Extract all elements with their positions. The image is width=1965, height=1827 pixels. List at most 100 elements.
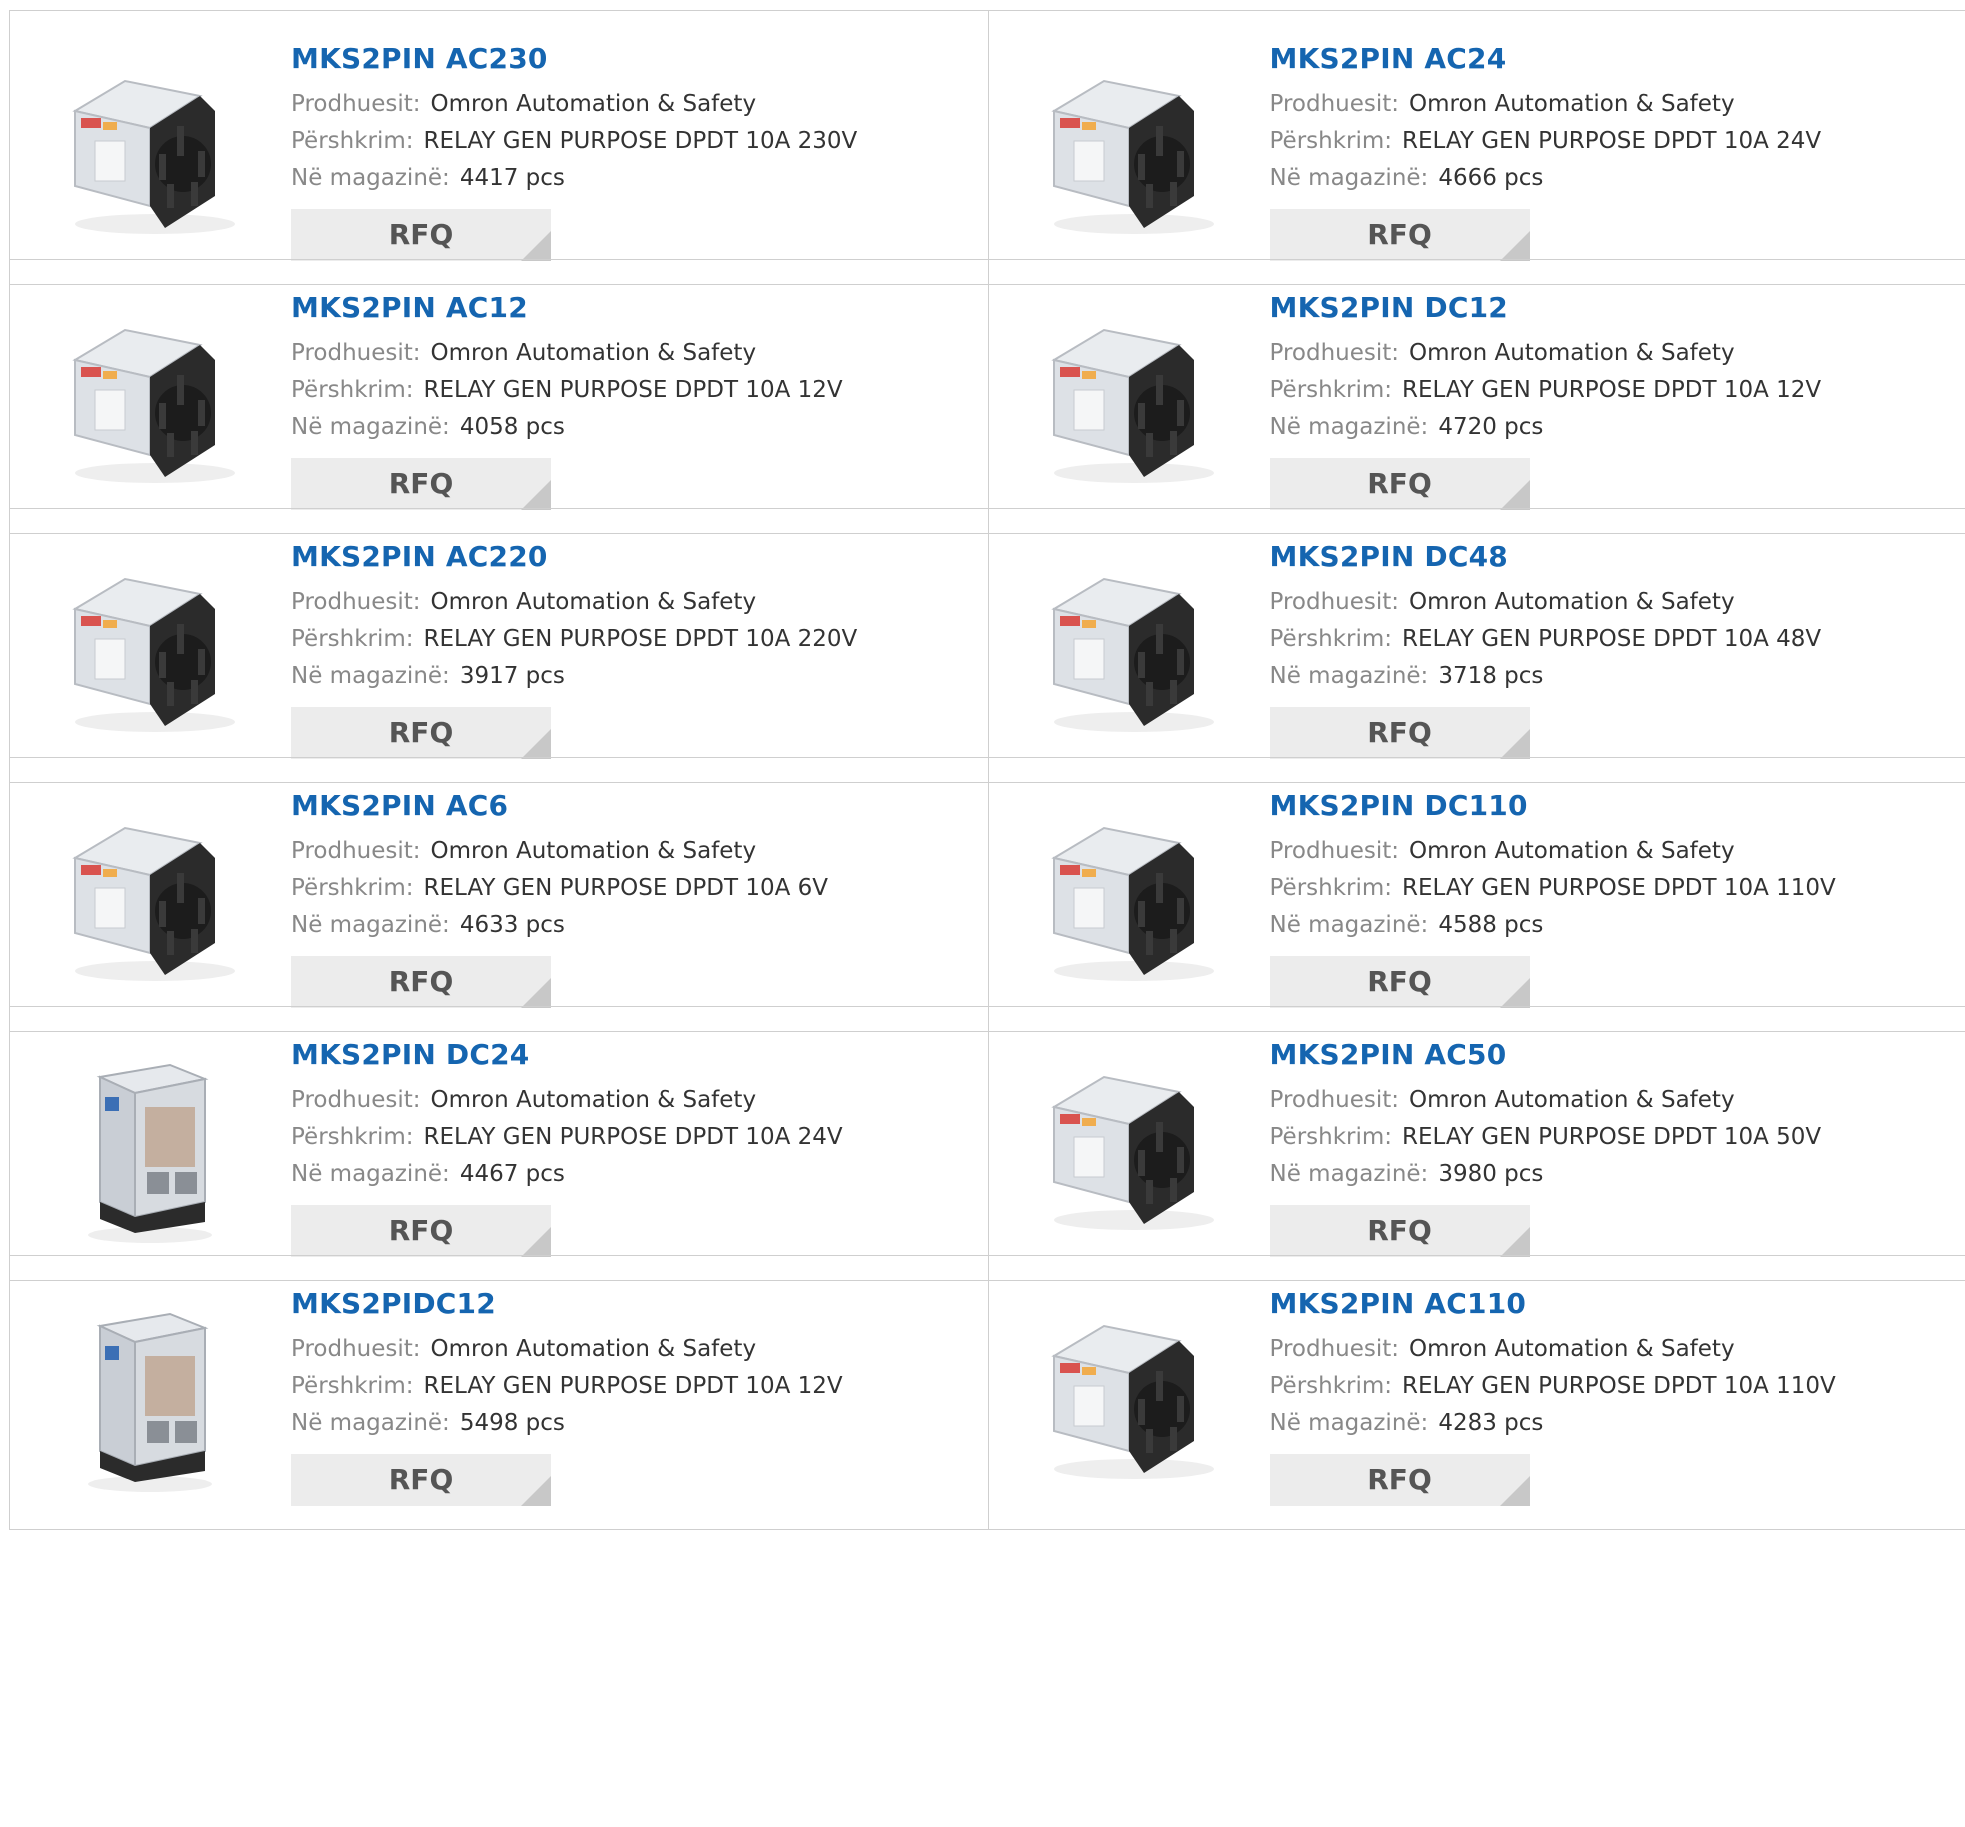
stock-label: Në magazinë:: [1269, 1410, 1429, 1436]
product-card: MKS2PIDC12 Prodhuesit: Omron Automation & …: [10, 1256, 988, 1529]
relay-icon[interactable]: [1029, 549, 1229, 749]
product-title-link[interactable]: MKS2PIN AC6: [291, 789, 828, 823]
relay-icon[interactable]: [1029, 300, 1229, 500]
stock-value: 3917 pcs: [459, 663, 565, 689]
rfq-corner-decoration: [521, 480, 551, 510]
relay-icon[interactable]: [50, 51, 250, 251]
stock-label: Në magazinë:: [1269, 165, 1429, 191]
manufacturer-value: Omron Automation & Safety: [430, 340, 757, 366]
rfq-button[interactable]: RFQ: [1269, 458, 1530, 510]
description-label: Përshkrim:: [291, 1373, 414, 1399]
relay-icon[interactable]: [50, 300, 250, 500]
stock-value: 4283 pcs: [1438, 1410, 1544, 1436]
rfq-button[interactable]: RFQ: [1269, 707, 1530, 759]
stock-value: 4588 pcs: [1438, 912, 1544, 938]
rfq-corner-decoration: [521, 1476, 551, 1506]
rfq-button-label: RFQ: [1367, 1463, 1432, 1496]
stock-label: Në magazinë:: [1269, 663, 1429, 689]
rfq-button[interactable]: RFQ: [291, 458, 551, 510]
product-title-link[interactable]: MKS2PIN AC12: [291, 291, 843, 325]
rfq-button[interactable]: RFQ: [291, 1454, 551, 1506]
product-title-link[interactable]: MKS2PIDC12: [291, 1287, 843, 1321]
manufacturer-value: Omron Automation & Safety: [430, 838, 757, 864]
product-title-link[interactable]: MKS2PIN AC230: [291, 42, 857, 76]
rfq-button[interactable]: RFQ: [1269, 956, 1530, 1008]
relay-icon[interactable]: [1029, 798, 1229, 998]
product-card: MKS2PIN DC110 Prodhuesit: Omron Automation…: [987, 758, 1965, 1031]
description-value: RELAY GEN PURPOSE DPDT 10A 12V: [423, 377, 843, 403]
product-card: MKS2PIN AC12 Prodhuesit: Omron Automation …: [10, 260, 988, 533]
description-value: RELAY GEN PURPOSE DPDT 10A 50V: [1402, 1124, 1822, 1150]
description-value: RELAY GEN PURPOSE DPDT 10A 230V: [423, 128, 858, 154]
product-title-link[interactable]: MKS2PIN DC12: [1270, 291, 1822, 325]
stock-line: Në magazinë: 4467 pcs: [291, 1156, 843, 1193]
rfq-button[interactable]: RFQ: [291, 1205, 551, 1257]
manufacturer-line: Prodhuesit: Omron Automation & Safety: [291, 1082, 843, 1119]
manufacturer-line: Prodhuesit: Omron Automation & Safety: [1270, 86, 1822, 123]
product-card: MKS2PIN DC24 Prodhuesit: Omron Automation …: [10, 1007, 988, 1280]
manufacturer-line: Prodhuesit: Omron Automation & Safety: [291, 833, 828, 870]
rfq-button[interactable]: RFQ: [1269, 1454, 1530, 1506]
product-info: MKS2PIN DC110 Prodhuesit: Omron Automation…: [1269, 789, 1836, 1008]
rfq-button[interactable]: RFQ: [291, 956, 551, 1008]
description-value: RELAY GEN PURPOSE DPDT 10A 110V: [1402, 875, 1836, 901]
relay-icon[interactable]: [50, 798, 250, 998]
description-label: Përshkrim:: [1269, 377, 1393, 403]
stock-label: Në magazinë:: [291, 414, 450, 440]
manufacturer-label: Prodhuesit:: [1269, 589, 1400, 615]
product-row: MKS2PIN DC24 Prodhuesit: Omron Automation …: [9, 1006, 1965, 1281]
manufacturer-value: Omron Automation & Safety: [1409, 340, 1735, 366]
description-label: Përshkrim:: [1269, 626, 1393, 652]
relay-icon[interactable]: [1029, 1047, 1229, 1247]
product-title-link[interactable]: MKS2PIN AC110: [1270, 1287, 1836, 1321]
product-info: MKS2PIN AC12 Prodhuesit: Omron Automation …: [291, 291, 843, 510]
rfq-corner-decoration: [521, 1227, 551, 1257]
relay-icon[interactable]: [1029, 1296, 1229, 1496]
description-label: Përshkrim:: [1269, 875, 1393, 901]
stock-label: Në magazinë:: [291, 1161, 450, 1187]
stock-value: 4467 pcs: [459, 1161, 565, 1187]
relay-icon[interactable]: [1029, 51, 1229, 251]
description-line: Përshkrim: RELAY GEN PURPOSE DPDT 10A 24V: [1270, 123, 1822, 160]
manufacturer-label: Prodhuesit:: [291, 1336, 421, 1362]
manufacturer-line: Prodhuesit: Omron Automation & Safety: [1270, 584, 1822, 621]
rfq-button-label: RFQ: [1367, 1214, 1432, 1247]
rfq-button[interactable]: RFQ: [291, 707, 551, 759]
product-card: MKS2PIN AC230 Prodhuesit: Omron Automation…: [10, 11, 988, 284]
description-value: RELAY GEN PURPOSE DPDT 10A 12V: [1402, 377, 1822, 403]
rfq-corner-decoration: [521, 231, 551, 261]
stock-label: Në magazinë:: [291, 912, 450, 938]
description-line: Përshkrim: RELAY GEN PURPOSE DPDT 10A 110…: [1270, 1368, 1836, 1405]
stock-label: Në magazinë:: [291, 165, 450, 191]
product-info: MKS2PIN AC6 Prodhuesit: Omron Automation &…: [291, 789, 828, 1008]
stock-line: Në magazinë: 4633 pcs: [291, 907, 828, 944]
manufacturer-label: Prodhuesit:: [1269, 1087, 1400, 1113]
product-title-link[interactable]: MKS2PIN AC24: [1270, 42, 1822, 76]
product-row: MKS2PIN AC12 Prodhuesit: Omron Automation …: [9, 259, 1965, 534]
rfq-button-label: RFQ: [388, 965, 454, 998]
product-title-link[interactable]: MKS2PIN AC220: [291, 540, 857, 574]
description-label: Përshkrim:: [291, 875, 414, 901]
stock-line: Në magazinë: 4588 pcs: [1270, 907, 1836, 944]
relay-icon[interactable]: [50, 549, 250, 749]
product-info: MKS2PIN AC110 Prodhuesit: Omron Automation…: [1269, 1287, 1836, 1506]
product-title-link[interactable]: MKS2PIN DC24: [291, 1038, 843, 1072]
description-value: RELAY GEN PURPOSE DPDT 10A 220V: [423, 626, 858, 652]
product-title-link[interactable]: MKS2PIN DC48: [1270, 540, 1822, 574]
manufacturer-label: Prodhuesit:: [1269, 91, 1400, 117]
rfq-button[interactable]: RFQ: [1269, 1205, 1530, 1257]
rfq-button-label: RFQ: [1367, 716, 1432, 749]
rfq-button[interactable]: RFQ: [291, 209, 551, 261]
product-title-link[interactable]: MKS2PIN AC50: [1270, 1038, 1822, 1072]
description-line: Përshkrim: RELAY GEN PURPOSE DPDT 10A 110…: [1270, 870, 1836, 907]
stock-label: Në magazinë:: [1269, 414, 1429, 440]
rfq-corner-decoration: [1499, 978, 1530, 1008]
description-value: RELAY GEN PURPOSE DPDT 10A 24V: [1402, 128, 1822, 154]
product-title-link[interactable]: MKS2PIN DC110: [1270, 789, 1836, 823]
stock-line: Në magazinë: 4720 pcs: [1270, 409, 1822, 446]
rfq-button[interactable]: RFQ: [1269, 209, 1530, 261]
tall-relay-icon[interactable]: [50, 1047, 250, 1247]
tall-relay-icon[interactable]: [50, 1296, 250, 1496]
manufacturer-label: Prodhuesit:: [291, 589, 421, 615]
description-label: Përshkrim:: [1269, 1124, 1393, 1150]
